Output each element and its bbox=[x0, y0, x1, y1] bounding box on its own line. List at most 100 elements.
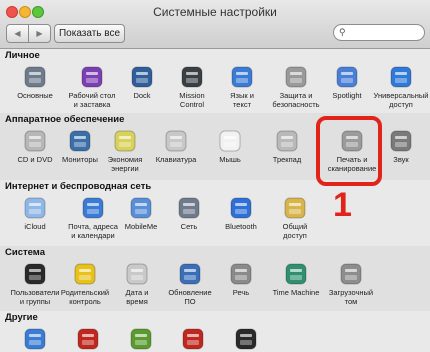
pref-pane-flash-player[interactable]: Flash Player bbox=[58, 327, 118, 352]
pref-pane-keyboard[interactable]: Клавиатура bbox=[146, 129, 206, 164]
mission-control-icon bbox=[179, 65, 205, 89]
language-icon bbox=[229, 65, 255, 89]
section-5: Другие DivXFlash PlayerFlip4MacPerianXsan bbox=[0, 311, 430, 352]
pref-pane-label: Общий доступ bbox=[265, 222, 325, 240]
pref-pane-language[interactable]: Язык и текст bbox=[212, 65, 272, 109]
label-line: Загрузочный bbox=[328, 288, 374, 297]
pref-pane-trackpad[interactable]: Трекпад bbox=[257, 129, 317, 164]
trackpad-icon bbox=[274, 129, 300, 153]
pref-pane-icloud[interactable]: iCloud bbox=[5, 196, 65, 231]
label-line: доступ bbox=[389, 100, 413, 109]
label-line: Речь bbox=[232, 288, 250, 297]
pref-pane-network[interactable]: Сеть bbox=[159, 196, 219, 231]
section-1: Личное Основные Рабочий стол и заставка Dock… bbox=[0, 49, 430, 113]
pref-pane-sharing[interactable]: Общий доступ bbox=[265, 196, 325, 240]
mail-contacts-icon bbox=[80, 196, 106, 220]
pref-pane-general[interactable]: Основные bbox=[5, 65, 65, 100]
pref-pane-flip4mac[interactable]: Flip4Mac bbox=[111, 327, 171, 352]
users-icon bbox=[22, 262, 48, 286]
pref-pane-accessibility[interactable]: Универсальный доступ bbox=[371, 65, 430, 109]
pref-pane-label: Bluetooth bbox=[211, 222, 271, 231]
mobileme-icon bbox=[128, 196, 154, 220]
pref-pane-parental-controls[interactable]: Родительский контроль bbox=[55, 262, 115, 306]
section-items: Пользователи и группы Родительский контроль… bbox=[0, 260, 430, 311]
title-bar: Системные настройки ◀ ▶ Показать все ⚲ bbox=[0, 0, 430, 49]
pref-pane-date-time[interactable]: Дата и время bbox=[107, 262, 167, 306]
pref-pane-time-machine[interactable]: Time Machine bbox=[266, 262, 326, 297]
divx-icon bbox=[22, 327, 48, 351]
forward-button[interactable]: ▶ bbox=[28, 25, 50, 42]
pref-pane-label: Трекпад bbox=[257, 155, 317, 164]
pref-pane-speech[interactable]: Речь bbox=[211, 262, 271, 297]
section-4: Система Пользователи и группы Родительский к… bbox=[0, 246, 430, 311]
label-line: Сеть bbox=[180, 222, 198, 231]
pref-pane-label: Time Machine bbox=[266, 288, 326, 297]
magnifier-icon: ⚲ bbox=[339, 27, 346, 37]
general-icon bbox=[22, 65, 48, 89]
show-all-button[interactable]: Показать все bbox=[54, 24, 125, 43]
label-line: Клавиатура bbox=[155, 155, 197, 164]
pref-pane-label: iCloud bbox=[5, 222, 65, 231]
label-line: iCloud bbox=[24, 222, 46, 231]
label-line: Универсальный bbox=[373, 91, 429, 100]
time-machine-icon bbox=[283, 262, 309, 286]
label-line: ПО bbox=[184, 297, 196, 306]
pref-pane-label: Основные bbox=[5, 91, 65, 100]
pref-pane-label: Универсальный доступ bbox=[371, 91, 430, 109]
label-line: Трекпад bbox=[272, 155, 302, 164]
section-3: Интернет и беспроводная сеть iCloud Почта,… bbox=[0, 180, 430, 246]
label-line: Дата и bbox=[125, 288, 149, 297]
section-items: DivXFlash PlayerFlip4MacPerianXsan bbox=[0, 325, 430, 352]
back-button[interactable]: ◀ bbox=[7, 25, 28, 42]
label-line: безопасность bbox=[272, 100, 320, 109]
sound-icon bbox=[388, 129, 414, 153]
pref-pane-label: Речь bbox=[211, 288, 271, 297]
system-preferences-window: Системные настройки ◀ ▶ Показать все ⚲ Л… bbox=[0, 0, 430, 352]
parental-controls-icon bbox=[72, 262, 98, 286]
desktop-icon bbox=[79, 65, 105, 89]
section-items: Основные Рабочий стол и заставка Dock Missio… bbox=[0, 63, 430, 113]
flash-player-icon bbox=[75, 327, 101, 351]
label-line: Общий bbox=[282, 222, 308, 231]
pref-pane-label: Загрузочный том bbox=[321, 288, 381, 306]
pref-pane-startup-disk[interactable]: Загрузочный том bbox=[321, 262, 381, 306]
pref-pane-mouse[interactable]: Мышь bbox=[200, 129, 260, 164]
label-line: доступ bbox=[283, 231, 307, 240]
label-line: Основные bbox=[17, 91, 53, 100]
callout-number: 1 bbox=[333, 186, 352, 224]
software-update-icon bbox=[177, 262, 203, 286]
pref-pane-label: Дата и время bbox=[107, 288, 167, 306]
speech-icon bbox=[228, 262, 254, 286]
label-line: Язык и bbox=[230, 91, 254, 100]
security-icon bbox=[283, 65, 309, 89]
pref-pane-divx[interactable]: DivX bbox=[5, 327, 65, 352]
section-title: Другие bbox=[5, 312, 38, 323]
label-line: Time Machine bbox=[272, 288, 320, 297]
section-title: Система bbox=[5, 247, 45, 258]
search-input[interactable] bbox=[350, 26, 418, 38]
search-field[interactable]: ⚲ bbox=[333, 24, 425, 41]
date-time-icon bbox=[124, 262, 150, 286]
label-line: энергии bbox=[111, 164, 139, 173]
label-line: контроль bbox=[69, 297, 101, 306]
bluetooth-icon bbox=[228, 196, 254, 220]
sharing-icon bbox=[282, 196, 308, 220]
pref-pane-xsan[interactable]: Xsan bbox=[216, 327, 276, 352]
startup-disk-icon bbox=[338, 262, 364, 286]
pref-pane-bluetooth[interactable]: Bluetooth bbox=[211, 196, 271, 231]
pref-pane-perian[interactable]: Perian bbox=[163, 327, 223, 352]
pref-pane-label: Spotlight bbox=[317, 91, 377, 100]
label-line: текст bbox=[232, 100, 252, 109]
highlight-frame bbox=[316, 116, 382, 186]
section-items: iCloud Почта, адреса и календари MobileMe Се… bbox=[0, 194, 430, 246]
pref-pane-label: Клавиатура bbox=[146, 155, 206, 164]
label-line: и календари bbox=[71, 231, 115, 240]
mouse-icon bbox=[217, 129, 243, 153]
pref-pane-label: Родительский контроль bbox=[55, 288, 115, 306]
pref-pane-spotlight[interactable]: Spotlight bbox=[317, 65, 377, 100]
label-line: Bluetooth bbox=[225, 222, 257, 231]
label-line: и заставка bbox=[73, 100, 111, 109]
accessibility-icon bbox=[388, 65, 414, 89]
network-icon bbox=[176, 196, 202, 220]
pref-pane-label: Сеть bbox=[159, 222, 219, 231]
